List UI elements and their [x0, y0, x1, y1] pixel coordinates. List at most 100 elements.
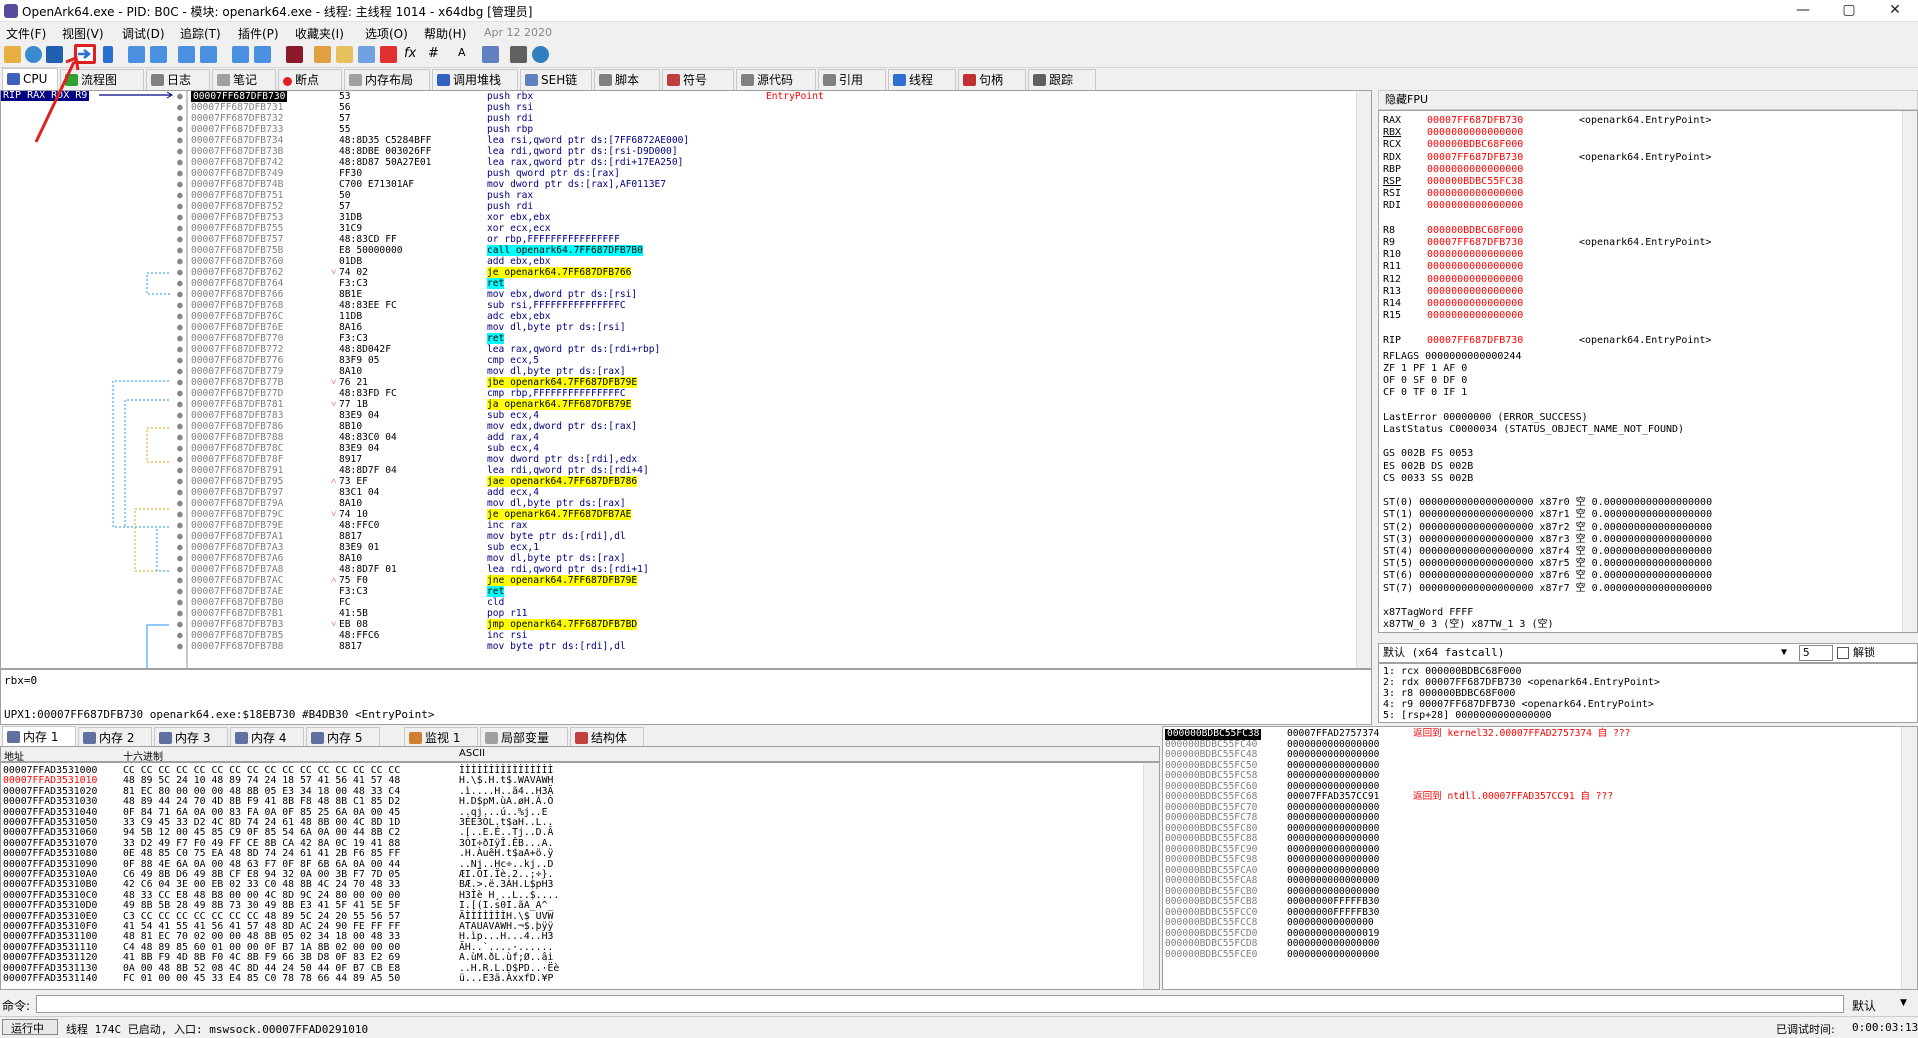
breakpoint-bullet-icon[interactable]: ● [177, 597, 183, 608]
chevron-down-icon[interactable]: ▼ [1781, 644, 1787, 662]
breakpoint-bullet-icon[interactable]: ● [177, 91, 183, 102]
register-value[interactable]: 0000000000000000 [1427, 188, 1523, 200]
argument-row[interactable]: 3: r8 000000BDBC68F000 [1383, 688, 1515, 699]
calculator-icon[interactable] [510, 46, 527, 63]
tab-trace[interactable]: 跟踪 [1028, 69, 1096, 90]
breakpoint-bullet-icon[interactable]: ● [177, 223, 183, 234]
breakpoint-bullet-icon[interactable]: ● [177, 179, 183, 190]
chevron-down-icon[interactable]: ▼ [1900, 998, 1907, 1008]
tab-dump-5[interactable]: 内存 5 [306, 727, 380, 748]
tab-breakpoints[interactable]: 断点 [278, 69, 342, 90]
flag-line[interactable]: ST(7) 0000000000000000000 x87r7 空 0.0000… [1383, 583, 1712, 595]
tab-threads[interactable]: 线程 [888, 69, 956, 90]
hide-fpu-toggle[interactable]: 隐藏FPU [1385, 93, 1428, 106]
tab-handles[interactable]: 句柄 [958, 69, 1026, 90]
calling-convention-select[interactable]: 默认 (x64 fastcall) [1383, 644, 1504, 662]
flag-line[interactable]: ST(1) 0000000000000000000 x87r1 空 0.0000… [1383, 509, 1712, 521]
breakpoint-bullet-icon[interactable]: ● [177, 344, 183, 355]
scylla-icon[interactable] [286, 46, 303, 63]
flag-line[interactable]: RFLAGS 0000000000000244 [1383, 351, 1521, 363]
breakpoint-bullet-icon[interactable]: ● [177, 366, 183, 377]
argument-row[interactable]: 1: rcx 000000BDBC68F000 [1383, 666, 1521, 677]
breakpoint-bullet-icon[interactable]: ● [177, 388, 183, 399]
dump-scrollbar[interactable] [1143, 763, 1159, 989]
flag-line[interactable]: x87TW_0 3 (空) x87TW_1 3 (空) [1383, 619, 1554, 631]
flag-line[interactable]: ES 002B DS 002B [1383, 461, 1473, 473]
breakpoint-bullet-icon[interactable]: ● [177, 278, 183, 289]
arguments-view[interactable]: 1: rcx 000000BDBC68F000 2: rdx 00007FF687… [1378, 663, 1918, 723]
register-value[interactable]: 000000BDBC68F000 [1427, 225, 1523, 237]
argument-row[interactable]: 2: rdx 00007FF687DFB730 <openark64.Entry… [1383, 677, 1660, 688]
breakpoint-bullet-icon[interactable]: ● [177, 289, 183, 300]
breakpoint-bullet-icon[interactable]: ● [177, 333, 183, 344]
close-button[interactable]: ✕ [1872, 0, 1918, 22]
flag-line[interactable]: ST(3) 0000000000000000000 x87r3 空 0.0000… [1383, 534, 1712, 546]
tab-watch-1[interactable]: 监视 1 [404, 727, 478, 748]
breakpoint-bullet-icon[interactable]: ● [177, 542, 183, 553]
breakpoint-bullet-icon[interactable]: ● [177, 102, 183, 113]
menu-file[interactable]: 文件(F) [6, 25, 46, 42]
register-value[interactable]: 000000BDBC55FC38 [1427, 176, 1523, 188]
flag-line[interactable]: LastStatus C0000034 (STATUS_OBJECT_NAME_… [1383, 424, 1684, 436]
tab-struct[interactable]: 结构体 [570, 727, 644, 748]
hash-icon[interactable]: # [428, 46, 445, 63]
breakpoint-bullet-icon[interactable]: ● [177, 377, 183, 388]
comments-icon[interactable] [336, 46, 353, 63]
register-value[interactable]: 00007FF687DFB730 [1427, 152, 1523, 164]
breakpoint-bullet-icon[interactable]: ● [177, 168, 183, 179]
tab-references[interactable]: 引用 [818, 69, 886, 90]
register-value[interactable]: 00007FF687DFB730 [1427, 335, 1523, 347]
step-over-icon[interactable] [150, 46, 167, 63]
breakpoint-bullet-icon[interactable]: ● [177, 509, 183, 520]
dump-view[interactable]: 00007FFAD3531000 CC CC CC CC CC CC CC CC … [0, 762, 1160, 990]
register-value[interactable]: 0000000000000000 [1427, 164, 1523, 176]
breakpoint-bullet-icon[interactable]: ● [177, 476, 183, 487]
breakpoint-bullet-icon[interactable]: ● [177, 586, 183, 597]
menu-debug[interactable]: 调试(D) [122, 25, 165, 42]
settings-icon[interactable] [482, 46, 499, 63]
column-address[interactable]: 地址 [4, 748, 24, 763]
register-value[interactable]: 0000000000000000 [1427, 249, 1523, 261]
breakpoint-bullet-icon[interactable]: ● [177, 520, 183, 531]
register-value[interactable]: 0000000000000000 [1427, 286, 1523, 298]
breakpoint-bullet-icon[interactable]: ● [177, 630, 183, 641]
functions-icon[interactable]: fx [404, 46, 421, 63]
tab-locals[interactable]: 局部变量 [480, 727, 568, 748]
breakpoint-bullet-icon[interactable]: ● [177, 190, 183, 201]
trace-into-icon[interactable] [178, 46, 195, 63]
arg-count-spinner[interactable]: 5 [1799, 645, 1833, 661]
register-value[interactable]: 0000000000000000 [1427, 200, 1523, 212]
tab-memory-map[interactable]: 内存布局 [344, 69, 430, 90]
tab-source[interactable]: 源代码 [736, 69, 816, 90]
breakpoint-bullet-icon[interactable]: ● [177, 157, 183, 168]
font-icon[interactable]: A [458, 46, 475, 63]
patch-icon[interactable] [314, 46, 331, 63]
stack-scrollbar[interactable] [1901, 727, 1917, 989]
menu-plugins[interactable]: 插件(P) [238, 25, 279, 42]
flag-line[interactable]: ST(6) 0000000000000000000 x87r6 空 0.0000… [1383, 570, 1712, 582]
flag-line[interactable]: ZF 1 PF 1 AF 0 [1383, 363, 1467, 375]
flag-line[interactable]: ST(5) 0000000000000000000 x87r5 空 0.0000… [1383, 558, 1712, 570]
breakpoint-bullet-icon[interactable]: ● [177, 619, 183, 630]
breakpoint-bullet-icon[interactable]: ● [177, 256, 183, 267]
flag-line[interactable]: CF 0 TF 0 IF 1 [1383, 387, 1467, 399]
tab-dump-4[interactable]: 内存 4 [230, 727, 304, 748]
breakpoint-bullet-icon[interactable]: ● [177, 487, 183, 498]
trace-over-icon[interactable] [200, 46, 217, 63]
breakpoint-bullet-icon[interactable]: ● [177, 135, 183, 146]
tab-dump-3[interactable]: 内存 3 [154, 727, 228, 748]
disassembly-view[interactable]: RIP RAX RDX R9 ● 00007FF687DFB730 53 push r… [0, 90, 1372, 669]
register-value[interactable]: 00007FF687DFB730 [1427, 237, 1523, 249]
unlock-checkbox[interactable] [1837, 647, 1849, 659]
breakpoint-bullet-icon[interactable]: ● [177, 311, 183, 322]
flag-line[interactable]: ST(4) 0000000000000000000 x87r4 空 0.0000… [1383, 546, 1712, 558]
flag-line[interactable]: GS 002B FS 0053 [1383, 448, 1473, 460]
register-value[interactable]: 0000000000000000 [1427, 261, 1523, 273]
breakpoint-bullet-icon[interactable]: ● [177, 641, 183, 652]
flag-line[interactable]: CS 0033 SS 002B [1383, 473, 1473, 485]
tab-log[interactable]: 日志 [146, 69, 210, 90]
breakpoint-bullet-icon[interactable]: ● [177, 564, 183, 575]
breakpoint-bullet-icon[interactable]: ● [177, 575, 183, 586]
tab-seh[interactable]: SEH链 [520, 69, 592, 90]
breakpoint-bullet-icon[interactable]: ● [177, 454, 183, 465]
